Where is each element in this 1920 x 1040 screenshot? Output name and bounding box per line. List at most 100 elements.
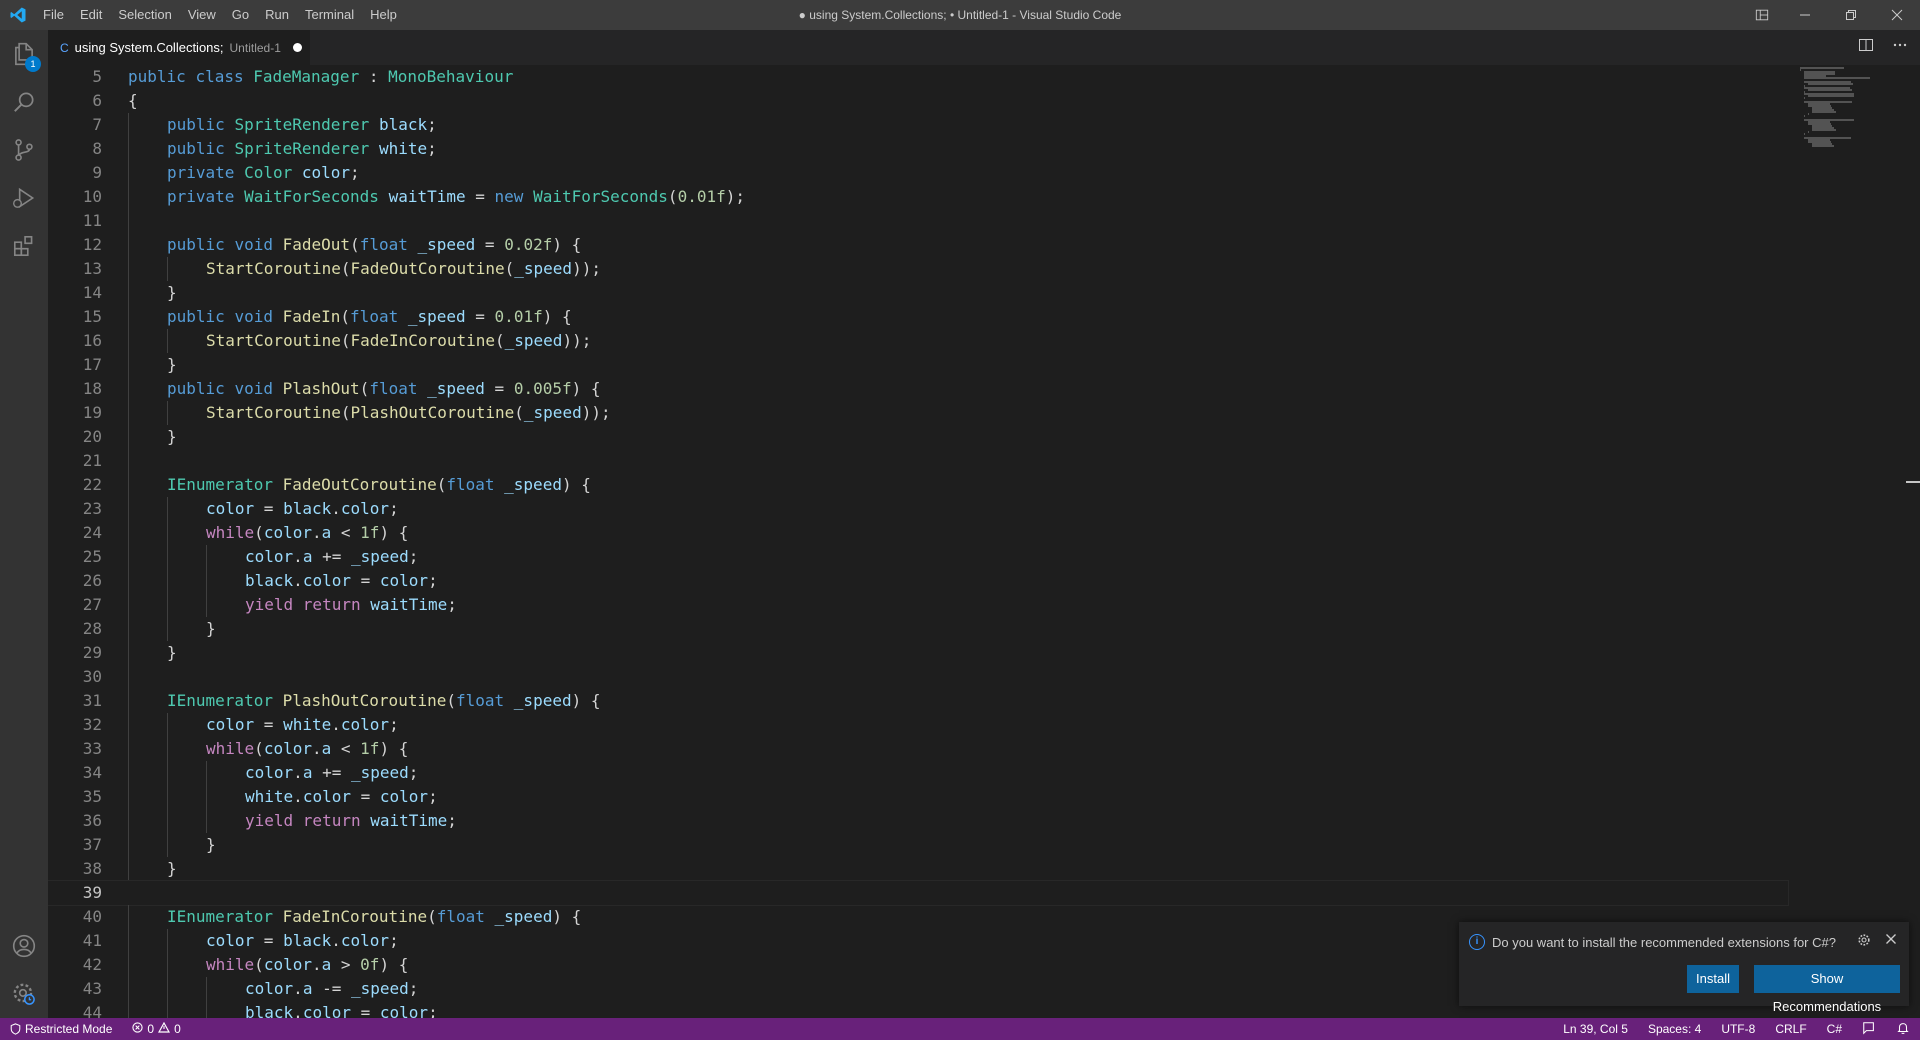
feedback-icon[interactable] <box>1862 1021 1876 1038</box>
code-line[interactable]: 16 StartCoroutine(FadeInCoroutine(_speed)… <box>48 329 1788 353</box>
code-line[interactable]: 13 StartCoroutine(FadeOutCoroutine(_speed… <box>48 257 1788 281</box>
minimap-line <box>1812 129 1837 131</box>
line-number: 7 <box>92 115 102 134</box>
language-mode[interactable]: C# <box>1827 1022 1842 1036</box>
restricted-mode-indicator[interactable]: Restricted Mode <box>0 1018 123 1040</box>
code-line[interactable]: 32 color = white.color; <box>48 713 1788 737</box>
code-line[interactable]: 15 public void FadeIn(float _speed = 0.01… <box>48 305 1788 329</box>
code-line[interactable]: 35 white.color = color; <box>48 785 1788 809</box>
problems-indicator[interactable]: 0 0 <box>122 1021 190 1036</box>
indent-guide <box>167 785 168 809</box>
run-debug-icon[interactable] <box>0 174 48 222</box>
line-number: 29 <box>82 643 102 662</box>
code-text: while(color.a > 0f) { <box>206 955 409 974</box>
code-line[interactable]: 23 color = black.color; <box>48 497 1788 521</box>
manage-gear-icon[interactable] <box>0 970 48 1018</box>
menu-edit[interactable]: Edit <box>72 0 110 30</box>
code-line[interactable]: 31 IEnumerator PlashOutCoroutine(float _s… <box>48 689 1788 713</box>
indent-guide <box>128 809 129 833</box>
indent-guide <box>128 929 129 953</box>
menu-terminal[interactable]: Terminal <box>297 0 362 30</box>
customize-layout-icon[interactable] <box>1742 0 1782 30</box>
minimap-line <box>1804 115 1806 117</box>
search-icon[interactable] <box>0 78 48 126</box>
cursor-position[interactable]: Ln 39, Col 5 <box>1563 1022 1628 1036</box>
explorer-icon[interactable]: 1 <box>0 30 48 78</box>
line-number: 23 <box>82 499 102 518</box>
code-line[interactable]: 29} <box>48 641 1788 665</box>
code-line[interactable]: 6{ <box>48 89 1788 113</box>
code-line[interactable]: 17} <box>48 353 1788 377</box>
line-number: 18 <box>82 379 102 398</box>
notification-settings-gear-icon[interactable] <box>1857 933 1871 950</box>
encoding[interactable]: UTF-8 <box>1721 1022 1755 1036</box>
notification-close-icon[interactable] <box>1885 932 1897 948</box>
end-of-line[interactable]: CRLF <box>1775 1022 1806 1036</box>
code-line[interactable]: 19 StartCoroutine(PlashOutCoroutine(_spee… <box>48 401 1788 425</box>
menu-go[interactable]: Go <box>224 0 257 30</box>
code-line[interactable]: 38} <box>48 857 1788 881</box>
code-line[interactable]: 24 while(color.a < 1f) { <box>48 521 1788 545</box>
code-line[interactable]: 8 public SpriteRenderer white; <box>48 137 1788 161</box>
tab-untitled-1[interactable]: C using System.Collections; Untitled-1 <box>48 30 310 65</box>
code-line[interactable]: 5 public class FadeManager : MonoBehaviou… <box>48 65 1788 89</box>
extensions-icon[interactable] <box>0 222 48 270</box>
code-line[interactable]: 18 public void PlashOut(float _speed = 0.… <box>48 377 1788 401</box>
code-line[interactable]: 30 <box>48 665 1788 689</box>
source-control-icon[interactable] <box>0 126 48 174</box>
code-text: public class FadeManager : MonoBehaviour <box>128 67 514 86</box>
code-line[interactable]: 36 yield return waitTime; <box>48 809 1788 833</box>
indentation[interactable]: Spaces: 4 <box>1648 1022 1701 1036</box>
show-recommendations-button[interactable]: Show Recommendations <box>1754 965 1900 1014</box>
code-text: IEnumerator PlashOutCoroutine(float _spe… <box>167 691 601 710</box>
menu-selection[interactable]: Selection <box>110 0 179 30</box>
menu-help[interactable]: Help <box>362 0 405 30</box>
indent-guide <box>128 425 129 449</box>
line-number: 40 <box>82 907 102 926</box>
code-line[interactable]: 21 <box>48 449 1788 473</box>
code-line[interactable]: 22 IEnumerator FadeOutCoroutine(float _sp… <box>48 473 1788 497</box>
code-line[interactable]: 28} <box>48 617 1788 641</box>
code-line[interactable]: 25 color.a += _speed; <box>48 545 1788 569</box>
code-editor[interactable]: 5 public class FadeManager : MonoBehaviou… <box>48 65 1920 1018</box>
code-line[interactable]: 11 <box>48 209 1788 233</box>
code-lines[interactable]: 5 public class FadeManager : MonoBehaviou… <box>48 65 1789 1018</box>
code-text: yield return waitTime; <box>245 811 457 830</box>
code-text: public SpriteRenderer black; <box>167 115 437 134</box>
menu-run[interactable]: Run <box>257 0 297 30</box>
editor-actions <box>1858 30 1908 65</box>
split-editor-icon[interactable] <box>1858 37 1874 58</box>
notifications-bell-icon[interactable] <box>1896 1021 1910 1038</box>
code-line[interactable]: 20} <box>48 425 1788 449</box>
restore-icon[interactable] <box>1828 0 1874 30</box>
code-text: color = black.color; <box>206 499 399 518</box>
code-line[interactable]: 26 black.color = color; <box>48 569 1788 593</box>
code-line[interactable]: 12 public void FadeOut(float _speed = 0.0… <box>48 233 1788 257</box>
install-button[interactable]: Install <box>1687 965 1739 993</box>
menu-view[interactable]: View <box>180 0 224 30</box>
code-line[interactable]: 9 private Color color; <box>48 161 1788 185</box>
code-line[interactable]: 14} <box>48 281 1788 305</box>
restricted-mode-label: Restricted Mode <box>25 1022 113 1036</box>
accounts-icon[interactable] <box>0 922 48 970</box>
tab-description: Untitled-1 <box>229 40 281 55</box>
unsaved-dot-icon[interactable] <box>292 43 302 52</box>
code-line[interactable]: 27 yield return waitTime; <box>48 593 1788 617</box>
indent-guide <box>167 257 168 281</box>
status-bar: Restricted Mode 0 0 Ln 39, Col 5 Spaces:… <box>0 1018 1920 1040</box>
vertical-scrollbar[interactable] <box>1906 65 1920 1018</box>
menu-file[interactable]: File <box>35 0 72 30</box>
more-actions-icon[interactable] <box>1892 37 1908 58</box>
code-line[interactable]: 7 public SpriteRenderer black; <box>48 113 1788 137</box>
code-line[interactable]: 39 <box>48 880 1789 906</box>
status-right: Ln 39, Col 5 Spaces: 4 UTF-8 CRLF C# <box>1563 1018 1910 1040</box>
code-line[interactable]: 10 private WaitForSeconds waitTime = new … <box>48 185 1788 209</box>
minimize-icon[interactable] <box>1782 0 1828 30</box>
indent-guide <box>167 545 168 569</box>
code-text: yield return waitTime; <box>245 595 457 614</box>
minimap[interactable] <box>1796 65 1906 165</box>
code-line[interactable]: 34 color.a += _speed; <box>48 761 1788 785</box>
code-line[interactable]: 37} <box>48 833 1788 857</box>
code-line[interactable]: 33 while(color.a < 1f) { <box>48 737 1788 761</box>
close-window-icon[interactable] <box>1874 0 1920 30</box>
